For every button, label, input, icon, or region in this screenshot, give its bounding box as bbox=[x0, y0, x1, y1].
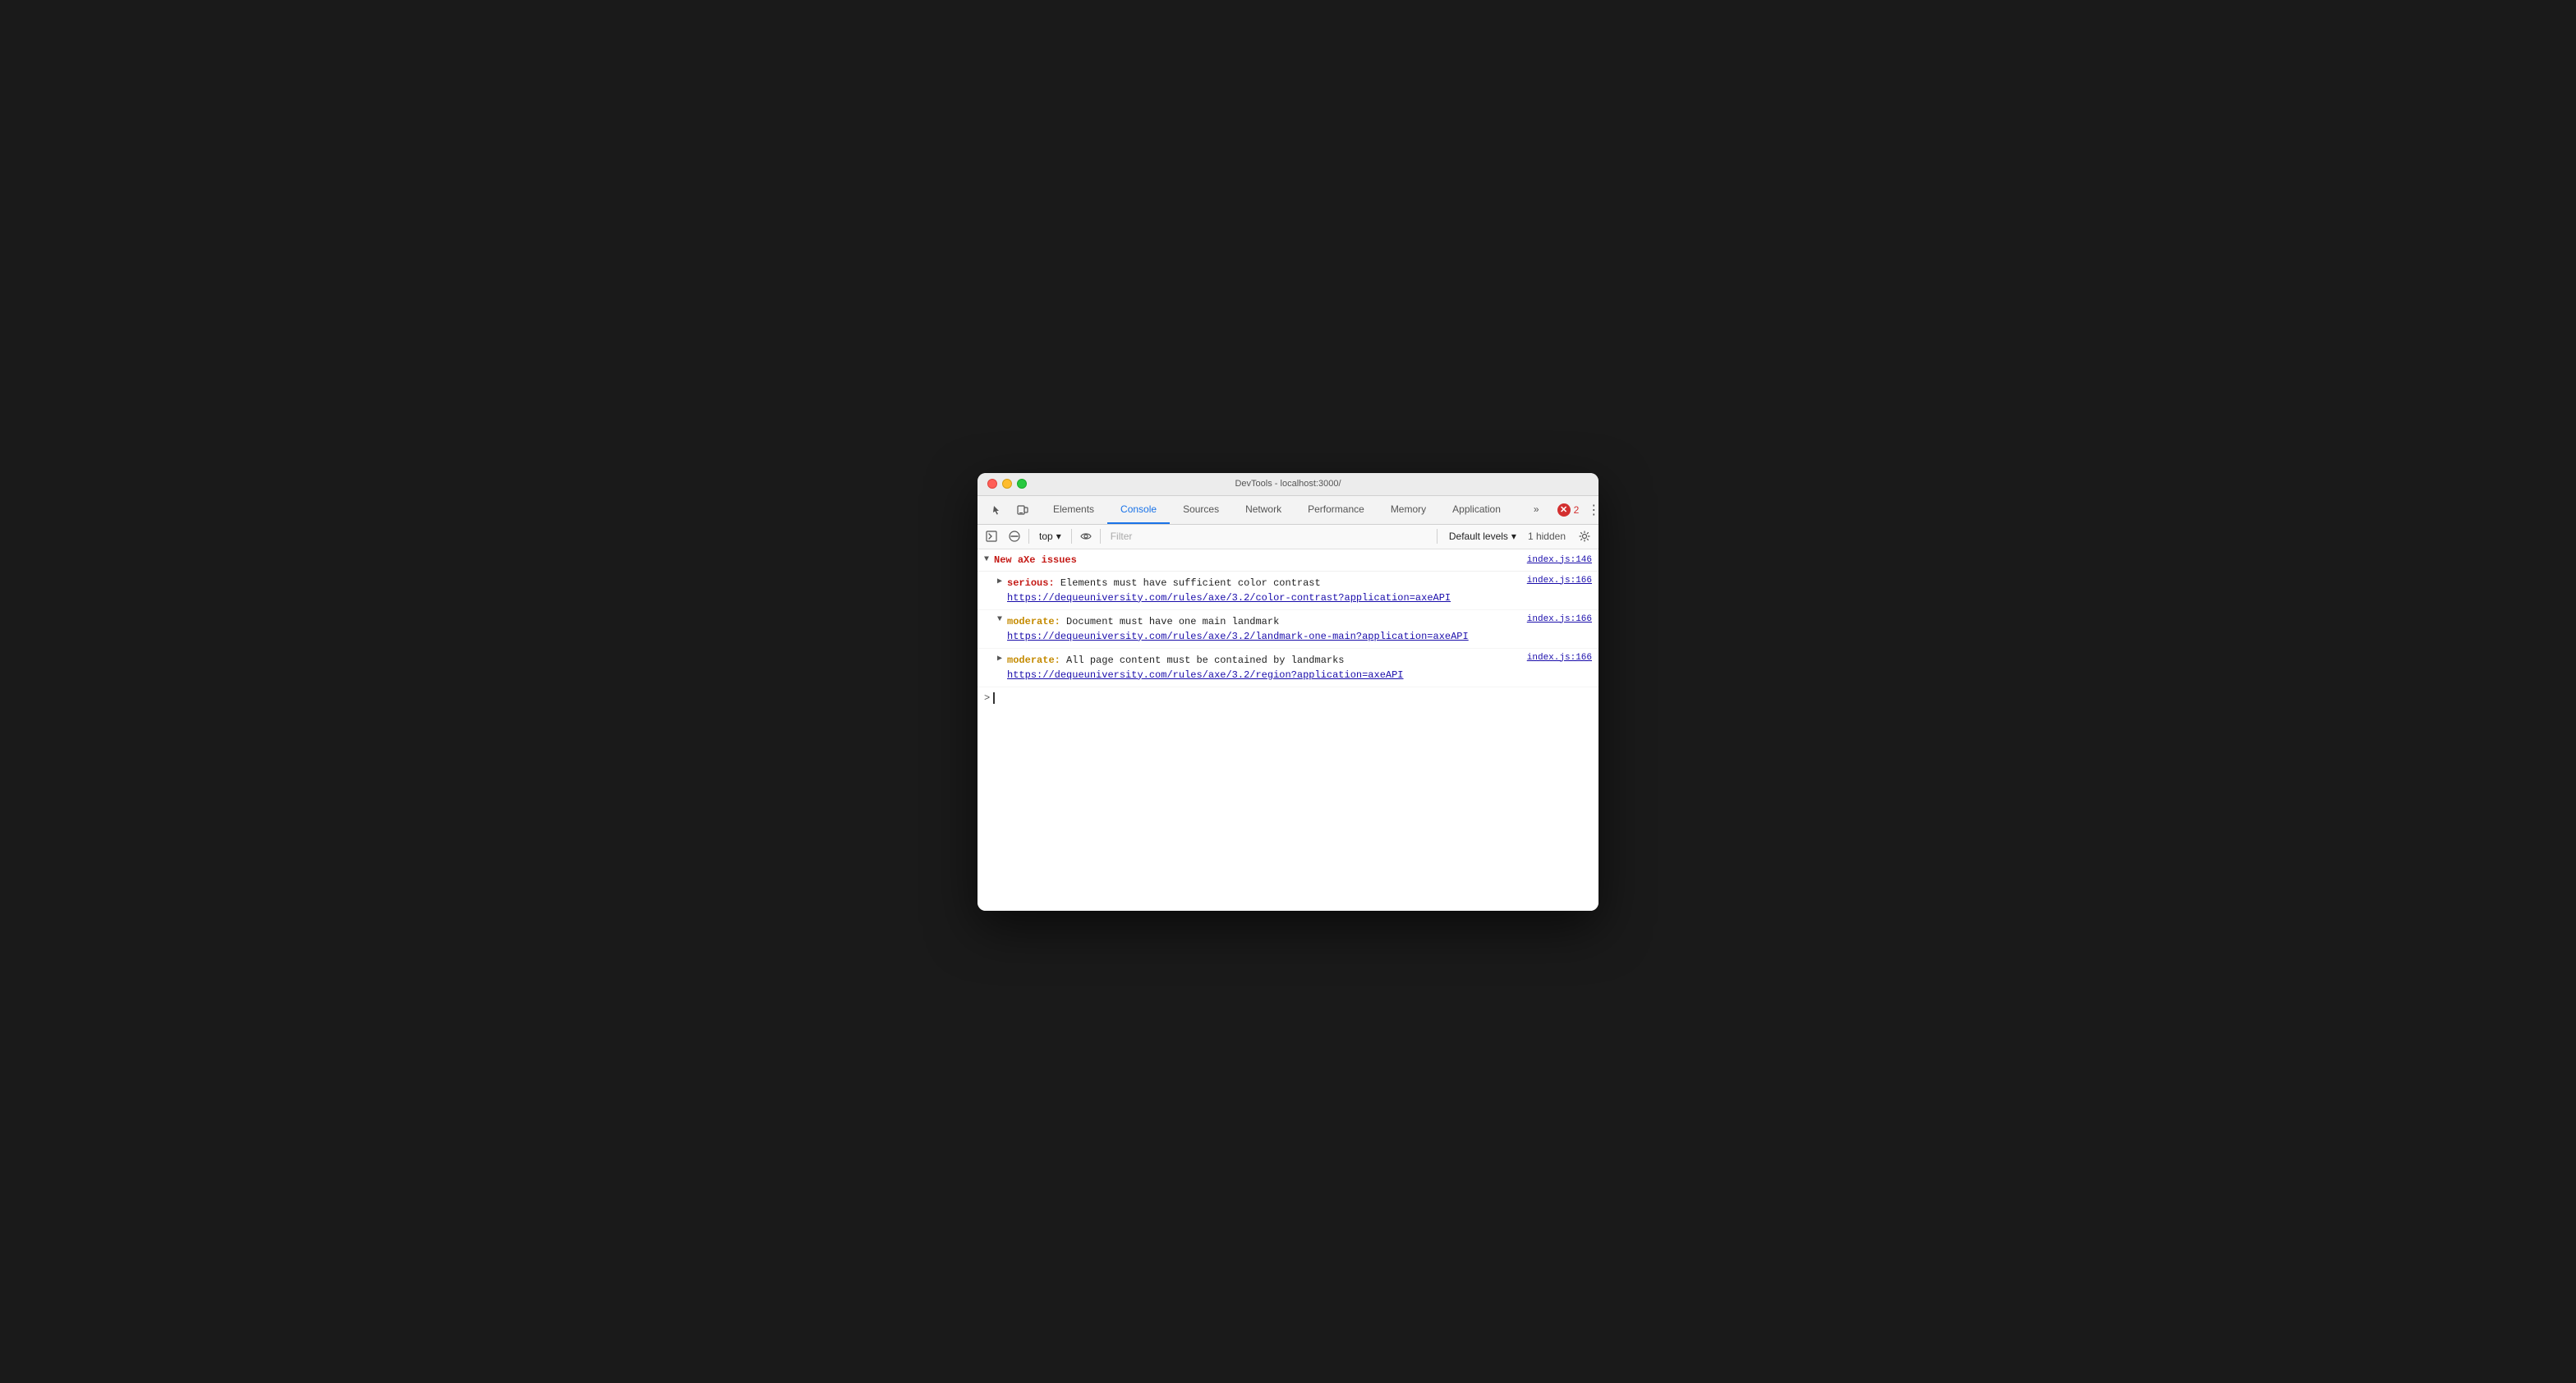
issue-1-text: Elements must have sufficient color cont… bbox=[1055, 577, 1321, 589]
toolbar-separator bbox=[1028, 529, 1029, 544]
axe-group-header: ▼ New aXe issues index.js:146 bbox=[978, 549, 1598, 572]
tab-bar-right: » ✕ 2 ⋮ bbox=[1514, 496, 1598, 524]
context-selector[interactable]: top ▾ bbox=[1034, 529, 1066, 544]
more-options-button[interactable]: ⋮ bbox=[1584, 502, 1598, 518]
filter-input[interactable] bbox=[1106, 531, 1432, 542]
issue-3-toggle[interactable]: ▶ bbox=[997, 654, 1002, 664]
tab-bar-icons bbox=[981, 496, 1040, 524]
error-icon: ✕ bbox=[1557, 503, 1571, 517]
console-issue-3: ▶ moderate: All page content must be con… bbox=[978, 649, 1598, 687]
more-tabs-button[interactable]: » bbox=[1520, 503, 1552, 517]
tab-performance[interactable]: Performance bbox=[1295, 496, 1378, 524]
console-input-line: > bbox=[978, 687, 1598, 709]
clear-console-button[interactable] bbox=[1005, 527, 1024, 545]
issue-2-toggle[interactable]: ▼ bbox=[997, 615, 1002, 624]
toolbar-separator-4 bbox=[1437, 529, 1438, 544]
title-bar: DevTools - localhost:3000/ bbox=[978, 473, 1598, 496]
issue-1-toggle[interactable]: ▶ bbox=[997, 577, 1002, 586]
maximize-button[interactable] bbox=[1017, 479, 1027, 489]
issue-2-severity: moderate: bbox=[1007, 616, 1060, 627]
inspect-element-button[interactable] bbox=[987, 499, 1009, 521]
tabs: Elements Console Sources Network Perform… bbox=[1040, 496, 1514, 524]
devtools-window: DevTools - localhost:3000/ Elements bbox=[978, 473, 1598, 911]
issue-2-body: moderate: Document must have one main la… bbox=[1007, 614, 1517, 644]
console-settings-button[interactable] bbox=[1576, 527, 1594, 545]
minimize-button[interactable] bbox=[1002, 479, 1012, 489]
error-badge[interactable]: ✕ 2 bbox=[1557, 503, 1580, 517]
tab-sources[interactable]: Sources bbox=[1170, 496, 1232, 524]
tab-network[interactable]: Network bbox=[1232, 496, 1295, 524]
issue-3-body: moderate: All page content must be conta… bbox=[1007, 653, 1517, 682]
issue-3-severity: moderate: bbox=[1007, 655, 1060, 666]
issue-1-body: serious: Elements must have sufficient c… bbox=[1007, 576, 1517, 605]
traffic-lights bbox=[987, 479, 1027, 489]
toolbar-separator-2 bbox=[1071, 529, 1072, 544]
issue-3-text: All page content must be contained by la… bbox=[1060, 655, 1345, 666]
axe-group-toggle[interactable]: ▼ bbox=[984, 555, 989, 564]
close-button[interactable] bbox=[987, 479, 997, 489]
issue-3-source[interactable]: index.js:166 bbox=[1517, 653, 1592, 663]
issue-3-link[interactable]: https://dequeuniversity.com/rules/axe/3.… bbox=[1007, 668, 1517, 682]
tab-elements[interactable]: Elements bbox=[1040, 496, 1107, 524]
hidden-count: 1 hidden bbox=[1528, 531, 1571, 542]
console-issue-1: ▶ serious: Elements must have sufficient… bbox=[978, 572, 1598, 610]
window-title: DevTools - localhost:3000/ bbox=[1235, 479, 1341, 489]
tab-application[interactable]: Application bbox=[1439, 496, 1514, 524]
levels-button[interactable]: Default levels ▾ bbox=[1442, 529, 1523, 544]
issue-1-source[interactable]: index.js:166 bbox=[1517, 576, 1592, 586]
console-content: ▼ New aXe issues index.js:146 ▶ serious:… bbox=[978, 549, 1598, 911]
console-cursor bbox=[993, 692, 995, 704]
axe-group-source[interactable]: index.js:146 bbox=[1527, 555, 1592, 565]
issue-1-severity: serious: bbox=[1007, 577, 1055, 589]
issue-2-text: Document must have one main landmark bbox=[1060, 616, 1279, 627]
toolbar-separator-3 bbox=[1100, 529, 1101, 544]
console-toolbar: top ▾ Default levels ▾ 1 hidden bbox=[978, 525, 1598, 549]
issue-2-link[interactable]: https://dequeuniversity.com/rules/axe/3.… bbox=[1007, 629, 1517, 644]
issue-1-link[interactable]: https://dequeuniversity.com/rules/axe/3.… bbox=[1007, 590, 1517, 605]
console-issue-2: ▼ moderate: Document must have one main … bbox=[978, 610, 1598, 649]
tab-console[interactable]: Console bbox=[1107, 496, 1170, 524]
issue-2-source[interactable]: index.js:166 bbox=[1517, 614, 1592, 624]
device-toolbar-button[interactable] bbox=[1012, 499, 1033, 521]
tab-memory[interactable]: Memory bbox=[1378, 496, 1439, 524]
axe-group-title: New aXe issues bbox=[994, 554, 1077, 566]
console-prompt: > bbox=[984, 692, 990, 704]
run-script-button[interactable] bbox=[982, 527, 1000, 545]
eye-button[interactable] bbox=[1077, 527, 1095, 545]
tab-bar: Elements Console Sources Network Perform… bbox=[978, 496, 1598, 525]
